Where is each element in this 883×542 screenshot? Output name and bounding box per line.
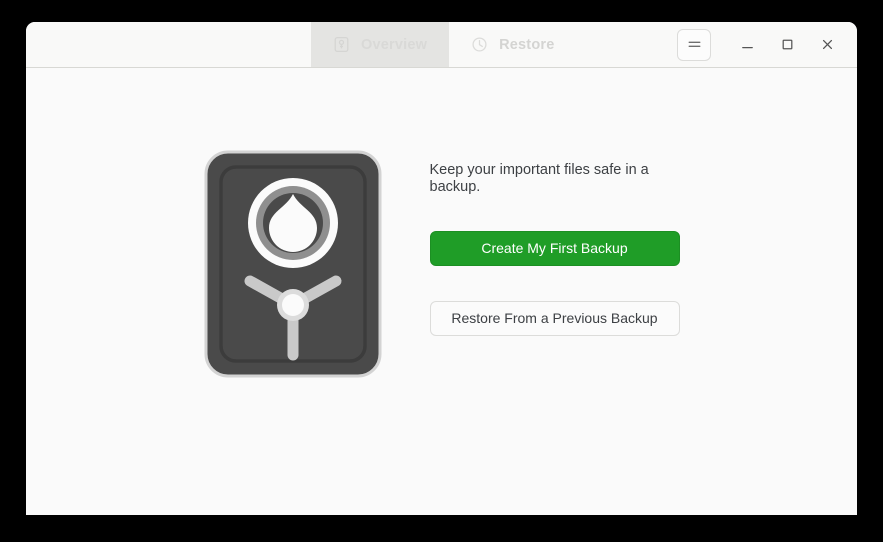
header-right-spacer <box>577 22 678 67</box>
minimize-icon <box>741 38 754 51</box>
tab-restore[interactable]: Restore <box>449 22 576 67</box>
window-header-bar: Overview Restore <box>26 22 857 68</box>
hamburger-menu-button[interactable] <box>677 29 711 61</box>
tab-overview[interactable]: Overview <box>311 22 449 67</box>
close-icon <box>821 38 834 51</box>
tab-restore-label: Restore <box>499 37 554 53</box>
create-first-backup-button[interactable]: Create My First Backup <box>430 231 680 266</box>
welcome-assistant: Keep your important files safe in a back… <box>204 150 680 378</box>
maximize-icon <box>781 38 794 51</box>
main-content-area: Keep your important files safe in a back… <box>26 68 857 515</box>
maximize-button[interactable] <box>767 25 807 65</box>
window-controls <box>677 22 857 67</box>
header-left-spacer <box>26 22 311 67</box>
restore-previous-backup-button[interactable]: Restore From a Previous Backup <box>430 301 680 336</box>
view-switcher-tabs: Overview Restore <box>311 22 577 67</box>
safe-icon <box>333 36 350 53</box>
minimize-button[interactable] <box>727 25 767 65</box>
close-button[interactable] <box>807 25 847 65</box>
clock-history-icon <box>471 36 488 53</box>
assistant-actions: Keep your important files safe in a back… <box>430 150 680 337</box>
desktop-background: Overview Restore <box>0 0 883 542</box>
tab-overview-label: Overview <box>361 37 427 53</box>
safe-vault-illustration <box>204 150 382 378</box>
assistant-description: Keep your important files safe in a back… <box>430 162 666 198</box>
application-window: Overview Restore <box>26 22 857 515</box>
hamburger-menu-icon <box>687 39 702 50</box>
